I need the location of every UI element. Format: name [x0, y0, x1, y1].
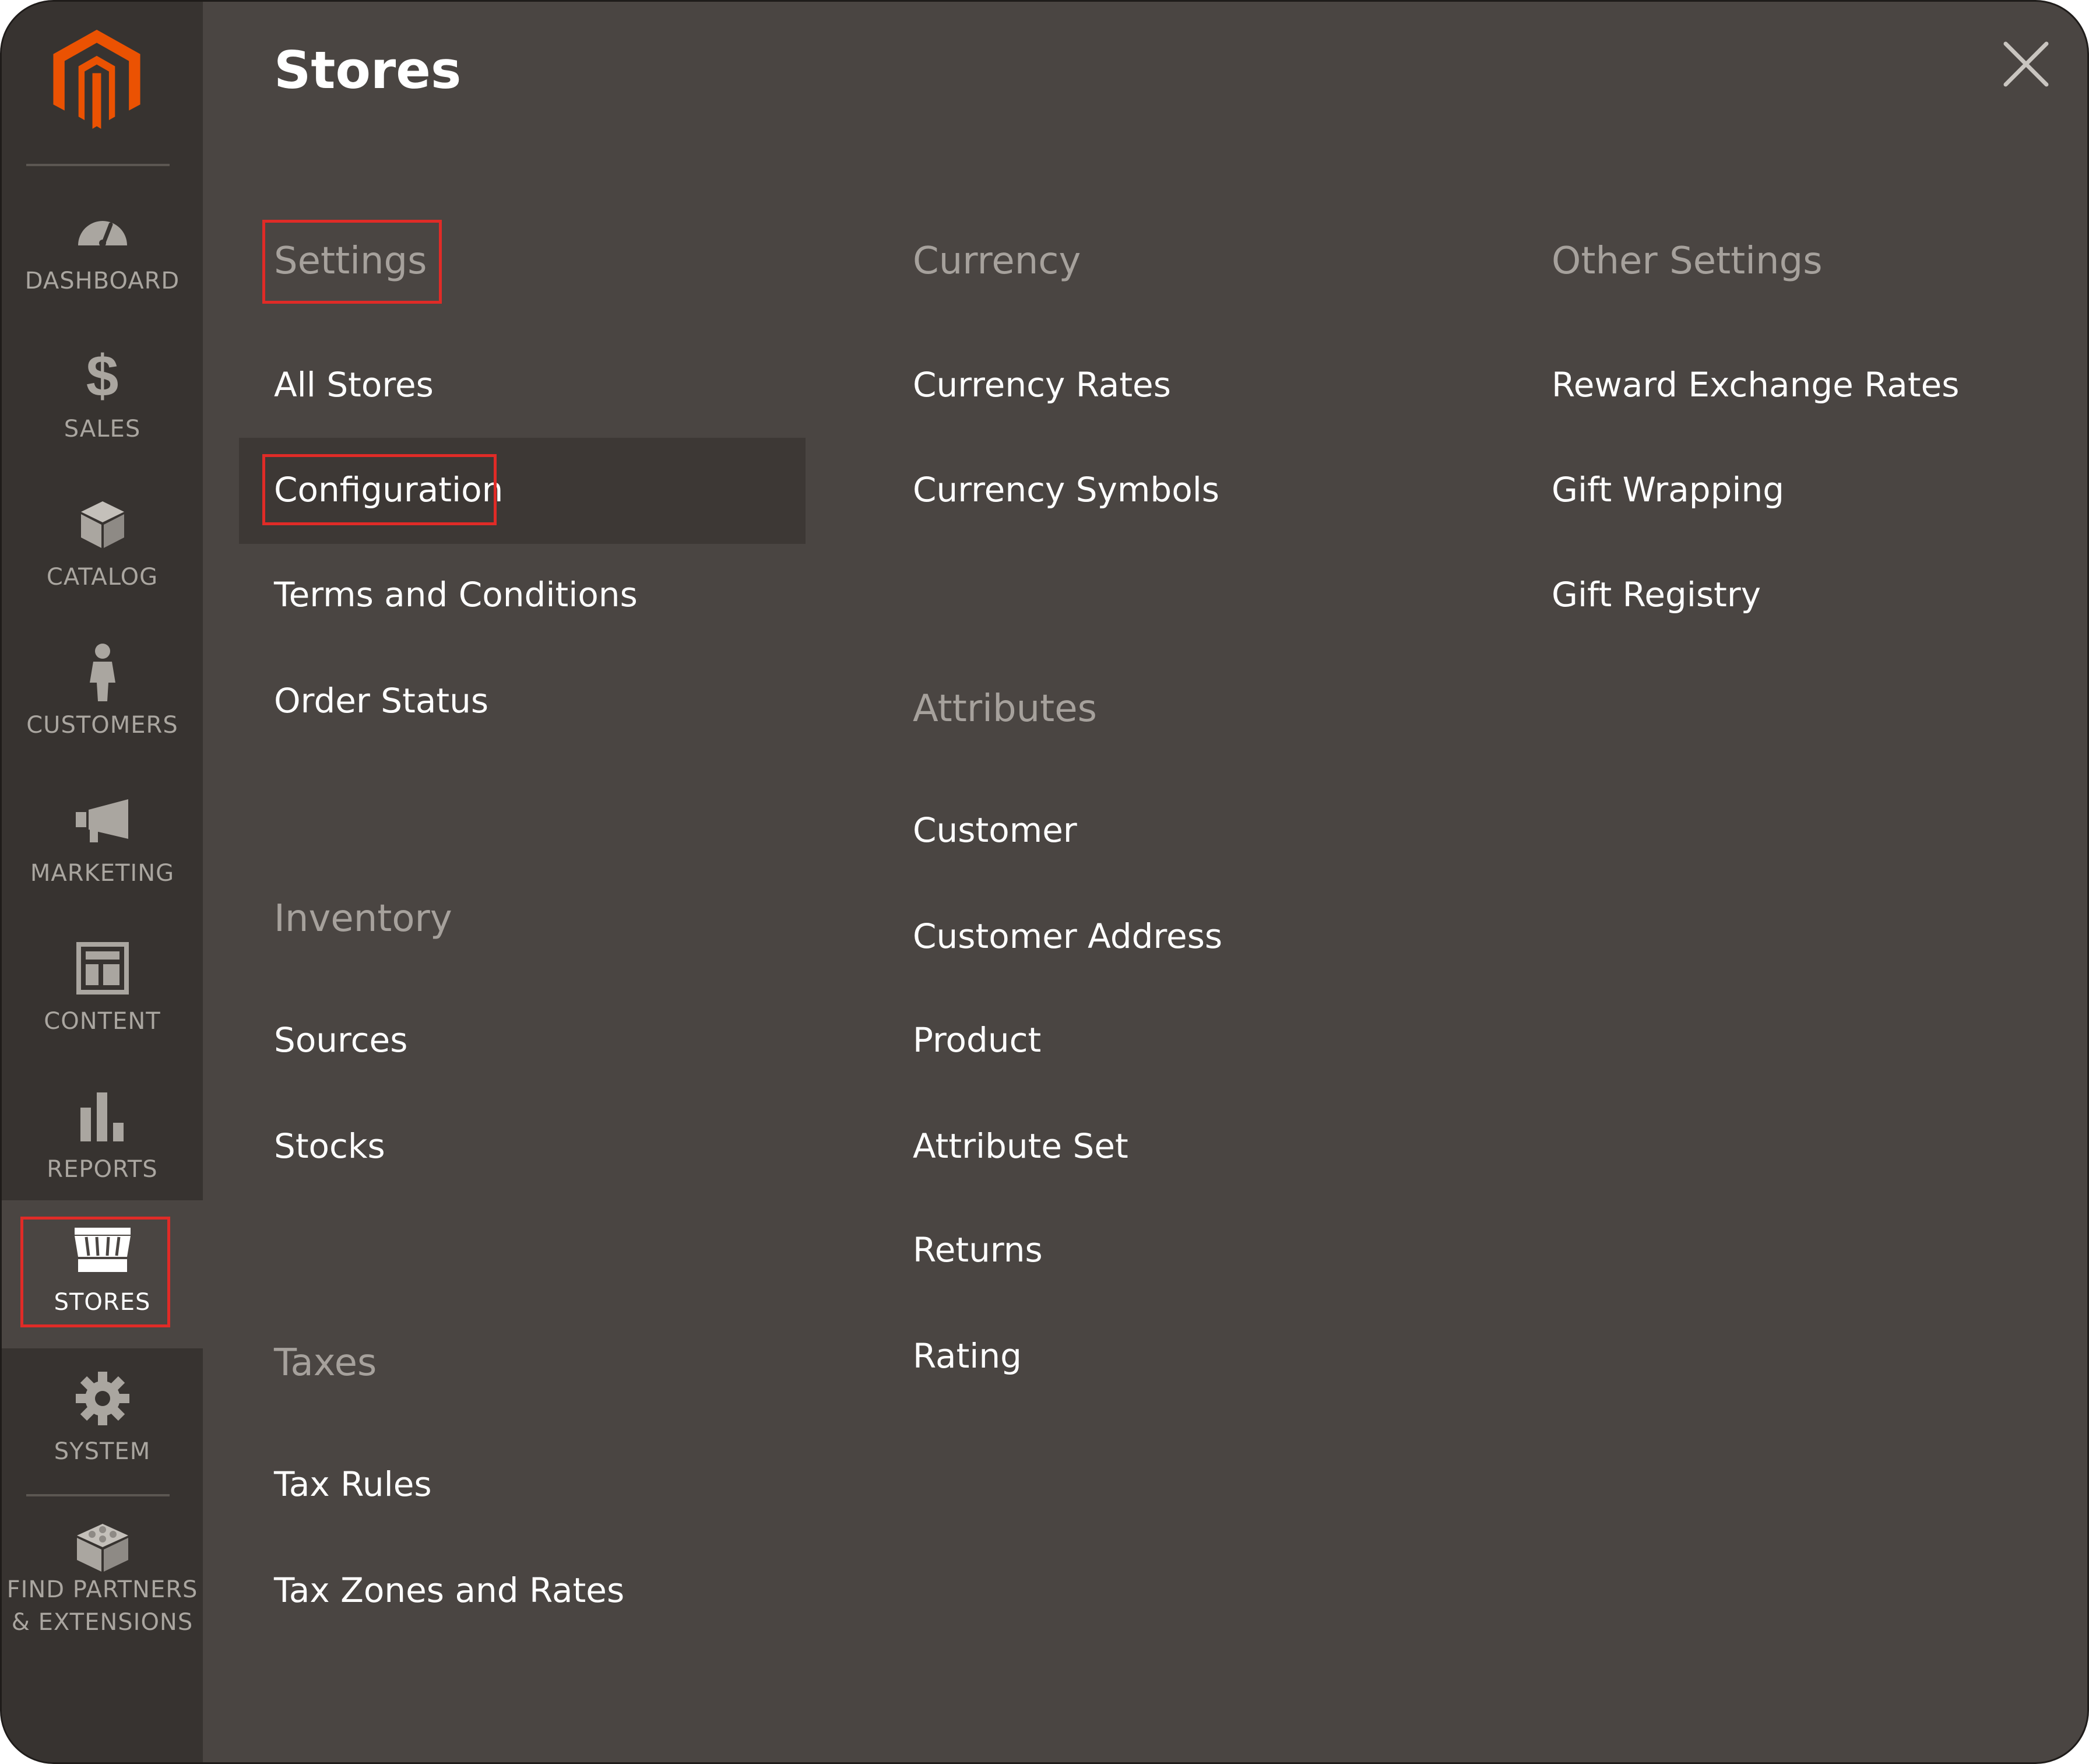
dollar-icon: $: [86, 343, 119, 409]
link-gift-wrapping[interactable]: Gift Wrapping: [1552, 463, 1784, 516]
sidebar-item-label: CUSTOMERS: [26, 712, 178, 739]
sidebar-item-label: FIND PARTNERS & EXTENSIONS: [2, 1573, 203, 1639]
link-tax-zones-and-rates[interactable]: Tax Zones and Rates: [274, 1564, 624, 1617]
group-title-inventory: Inventory: [274, 897, 452, 940]
admin-window: DASHBOARD $ SALES CATALOG CUSTOMERS MARK…: [0, 0, 2089, 1764]
link-tax-rules[interactable]: Tax Rules: [274, 1458, 432, 1510]
sidebar-item-stores[interactable]: STORES: [2, 1200, 203, 1348]
link-customer[interactable]: Customer: [913, 804, 1077, 856]
dashboard-gauge-icon: [2, 199, 203, 257]
stores-menu-panel: Stores Settings All Stores Configuration…: [203, 2, 2087, 1762]
sidebar-item-find-partners[interactable]: FIND PARTNERS & EXTENSIONS: [2, 1498, 203, 1646]
sidebar-item-label: DASHBOARD: [24, 268, 180, 294]
link-sources[interactable]: Sources: [274, 1014, 407, 1066]
link-returns[interactable]: Returns: [913, 1224, 1043, 1276]
group-title-taxes: Taxes: [274, 1341, 377, 1385]
annotation-highlight-box: [20, 1217, 170, 1327]
sidebar-item-label: CATALOG: [46, 564, 159, 591]
link-all-stores[interactable]: All Stores: [274, 359, 434, 411]
blocks-icon: [2, 1517, 203, 1576]
page-title: Stores: [274, 40, 462, 100]
sidebar-item-label: MARKETING: [30, 860, 175, 887]
sidebar-item-customers[interactable]: CUSTOMERS: [2, 623, 203, 771]
sidebar-item-marketing[interactable]: MARKETING: [2, 771, 203, 919]
sidebar-item-reports[interactable]: REPORTS: [2, 1067, 203, 1215]
sidebar-item-label: SALES: [64, 416, 141, 442]
sidebar-item-label: REPORTS: [47, 1156, 158, 1183]
megaphone-icon: [2, 791, 203, 849]
magento-logo-icon[interactable]: [53, 30, 140, 129]
sidebar-item-system[interactable]: SYSTEM: [2, 1350, 203, 1498]
sidebar-divider: [26, 164, 170, 166]
bar-chart-icon: [2, 1087, 203, 1145]
sidebar-item-catalog[interactable]: CATALOG: [2, 475, 203, 623]
link-stocks[interactable]: Stocks: [274, 1120, 385, 1172]
annotation-highlight-box: [262, 220, 442, 304]
box-icon: [2, 495, 203, 553]
link-rating[interactable]: Rating: [913, 1330, 1022, 1382]
admin-sidebar: DASHBOARD $ SALES CATALOG CUSTOMERS MARK…: [2, 2, 203, 1762]
link-reward-exchange-rates[interactable]: Reward Exchange Rates: [1552, 359, 1959, 411]
link-currency-symbols[interactable]: Currency Symbols: [913, 463, 1219, 516]
link-order-status[interactable]: Order Status: [274, 674, 488, 727]
link-product[interactable]: Product: [913, 1014, 1041, 1066]
link-currency-rates[interactable]: Currency Rates: [913, 359, 1171, 411]
person-icon: [2, 643, 203, 701]
group-title-attributes: Attributes: [913, 687, 1097, 730]
link-customer-address[interactable]: Customer Address: [913, 910, 1222, 962]
sidebar-item-label-line1: FIND PARTNERS: [6, 1576, 198, 1603]
layout-icon: [2, 939, 203, 997]
sidebar-item-label-line2: & EXTENSIONS: [11, 1609, 194, 1636]
sidebar-item-label: SYSTEM: [54, 1438, 151, 1465]
link-gift-registry[interactable]: Gift Registry: [1552, 568, 1761, 621]
sidebar-item-label: CONTENT: [44, 1008, 161, 1035]
link-attribute-set[interactable]: Attribute Set: [913, 1120, 1128, 1172]
link-terms-and-conditions[interactable]: Terms and Conditions: [274, 568, 638, 621]
sidebar-item-sales[interactable]: $ SALES: [2, 327, 203, 475]
group-title-other-settings: Other Settings: [1552, 240, 1823, 283]
sidebar-divider: [26, 1494, 170, 1496]
group-title-currency: Currency: [913, 240, 1081, 283]
sidebar-item-content[interactable]: CONTENT: [2, 919, 203, 1067]
sidebar-item-dashboard[interactable]: DASHBOARD: [2, 179, 203, 327]
gear-icon: [2, 1369, 203, 1428]
annotation-highlight-box: [262, 454, 497, 525]
close-icon[interactable]: [2000, 38, 2052, 90]
